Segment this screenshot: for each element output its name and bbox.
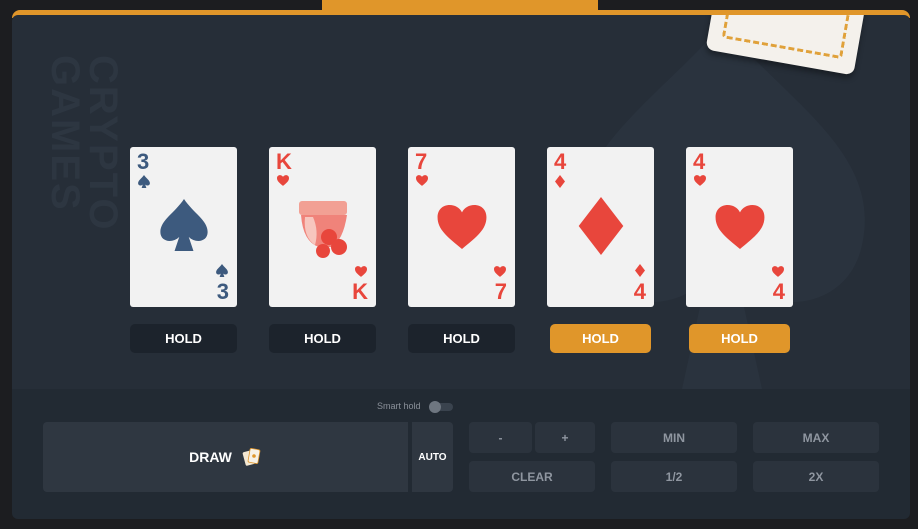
heart-icon [437, 205, 487, 249]
card-4[interactable]: 4 4 [547, 147, 654, 307]
hold-button-4[interactable]: HOLD [550, 324, 651, 353]
card-rank: 4 [633, 279, 646, 304]
auto-button[interactable]: AUTO [412, 422, 453, 492]
max-bet-button[interactable]: MAX [753, 422, 879, 453]
min-bet-button[interactable]: MIN [611, 422, 737, 453]
clear-bet-button[interactable]: CLEAR [469, 461, 595, 492]
card-rank: 4 [554, 149, 567, 174]
card-rank: 3 [216, 279, 229, 304]
hold-button-3[interactable]: HOLD [408, 324, 515, 353]
draw-button[interactable]: DRAW [43, 422, 408, 492]
smart-hold-toggle[interactable] [429, 401, 453, 413]
toggle-knob [429, 401, 441, 413]
smart-hold-label: Smart hold [377, 401, 421, 411]
card-rank: 3 [137, 149, 150, 174]
heart-icon [355, 266, 367, 277]
card-3[interactable]: 7 7 [408, 147, 515, 307]
card-rank: 4 [693, 149, 706, 174]
spade-icon [160, 199, 208, 251]
hold-button-5[interactable]: HOLD [689, 324, 790, 353]
diamond-icon [578, 197, 624, 255]
card-rank: 7 [494, 279, 507, 304]
increase-bet-button[interactable]: + [535, 422, 595, 453]
cards-icon [242, 448, 261, 466]
heart-icon [416, 175, 428, 186]
card-rank: 7 [415, 149, 428, 174]
diamond-icon [555, 175, 565, 188]
heart-icon [277, 175, 289, 186]
card-1[interactable]: 3 3 [130, 147, 237, 307]
card-5[interactable]: 4 4 [686, 147, 793, 307]
double-bet-button[interactable]: 2X [753, 461, 879, 492]
spade-icon [138, 175, 150, 188]
heart-icon [694, 175, 706, 186]
half-bet-button[interactable]: 1/2 [611, 461, 737, 492]
hold-button-2[interactable]: HOLD [269, 324, 376, 353]
heart-icon [715, 205, 765, 249]
decrease-bet-button[interactable]: - [469, 422, 532, 453]
heart-icon [772, 266, 784, 277]
king-face-icon [299, 201, 347, 258]
brand-watermark: CRYPTO GAMES [43, 55, 125, 232]
card-2[interactable]: K K [269, 147, 376, 307]
draw-label: DRAW [189, 449, 232, 465]
heart-icon [494, 266, 506, 277]
spade-icon [216, 264, 228, 277]
diamond-icon [635, 264, 645, 277]
card-rank: K [276, 149, 292, 174]
card-rank: 4 [772, 279, 785, 304]
hold-button-1[interactable]: HOLD [130, 324, 237, 353]
card-rank: K [352, 279, 368, 304]
